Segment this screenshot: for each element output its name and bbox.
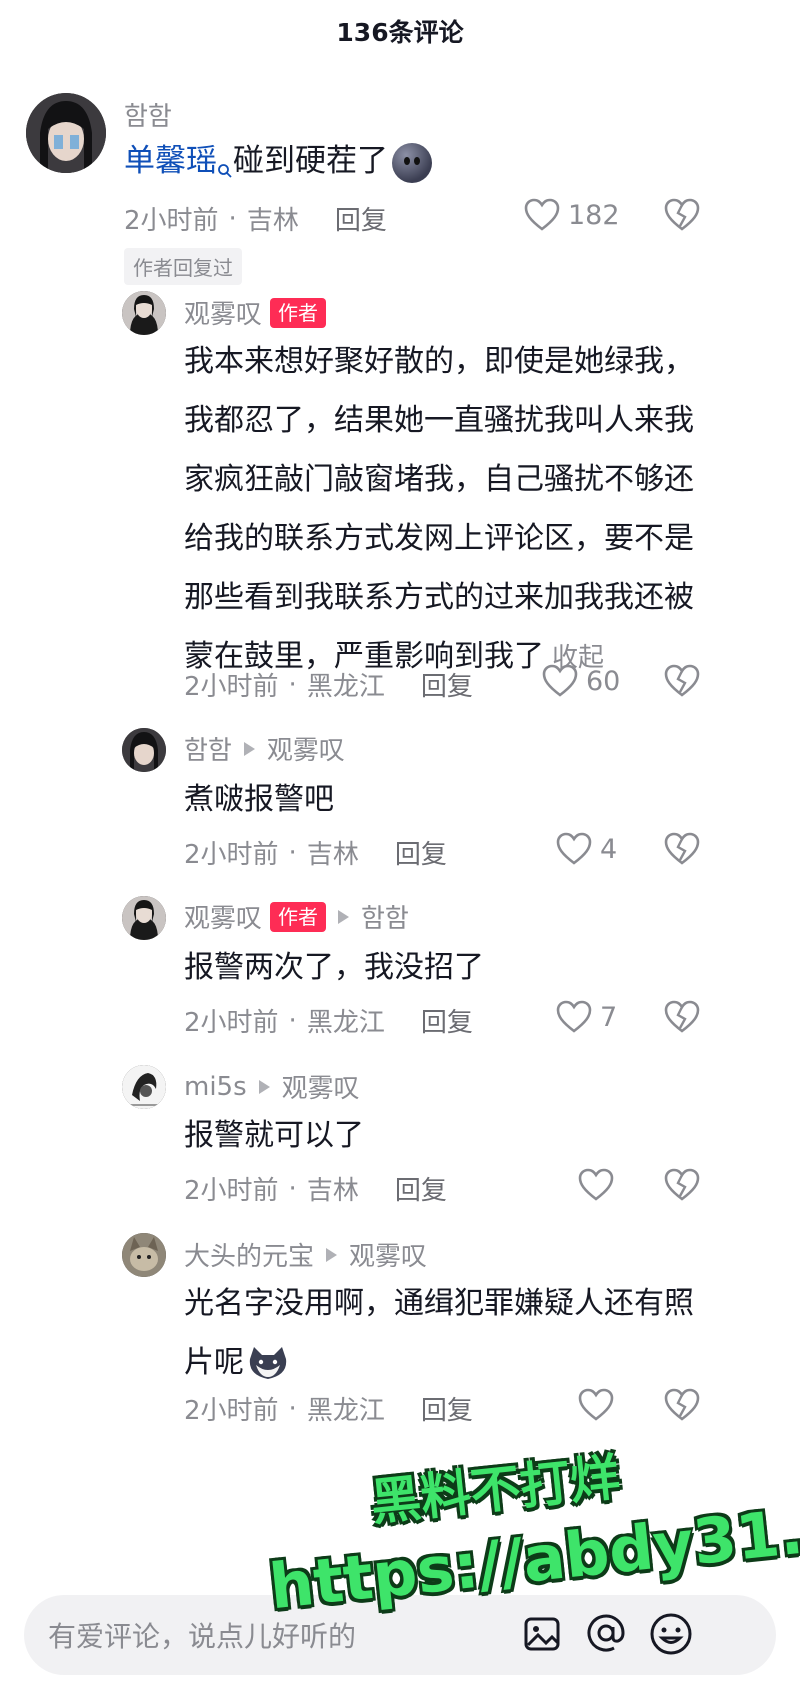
reply-text: 报警就可以了 xyxy=(184,1106,714,1165)
reply-button[interactable]: 回复 xyxy=(395,834,447,871)
timestamp: 2小时前 xyxy=(184,1396,279,1426)
location: 吉林 xyxy=(306,1176,359,1206)
like-count: 182 xyxy=(568,199,620,231)
timestamp: 2小时前 xyxy=(184,1008,279,1038)
avatar[interactable] xyxy=(122,291,166,335)
reply-text: 光名字没用啊，通缉犯罪嫌疑人还有照片呢 xyxy=(184,1274,714,1392)
reply-meta: 2小时前 · 黑龙江 回复 xyxy=(184,1002,473,1039)
reply-to-username[interactable]: 观雾叹 xyxy=(349,1236,427,1273)
reply-meta: 2小时前 · 吉林 回复 xyxy=(184,834,447,871)
reply-body: 我本来想好聚好散的，即使是她绿我，我都忍了，结果她一直骚扰我叫人来我家疯狂敲门敲… xyxy=(184,344,694,674)
avatar[interactable] xyxy=(122,1065,166,1109)
heart-icon xyxy=(556,832,592,865)
comment-username[interactable]: 함함 xyxy=(124,96,172,133)
heart-icon xyxy=(578,1388,614,1421)
like-button[interactable] xyxy=(578,1168,622,1202)
avatar[interactable] xyxy=(26,93,106,173)
reply-to-username[interactable]: 观雾叹 xyxy=(282,1068,360,1105)
location: 黑龙江 xyxy=(306,1396,385,1426)
location: 黑龙江 xyxy=(306,1008,385,1038)
location: 黑龙江 xyxy=(306,672,385,702)
broken-heart-icon xyxy=(664,1168,700,1201)
comments-header: 136条评论 xyxy=(0,0,800,62)
comment-body: 碰到硬茬了 xyxy=(233,143,388,179)
dislike-button[interactable] xyxy=(664,1168,700,1206)
like-button[interactable]: 60 xyxy=(542,664,620,698)
cat-emoji-icon xyxy=(249,1346,287,1379)
timestamp: 2小时前 xyxy=(124,206,219,236)
reply-body: 煮啵报警吧 xyxy=(184,782,334,817)
reply-arrow-icon xyxy=(243,741,255,756)
reply-username[interactable]: 观雾叹 作者 함함 xyxy=(184,898,409,935)
broken-heart-icon xyxy=(664,1388,700,1421)
heart-icon xyxy=(556,1000,592,1033)
reply-username[interactable]: 观雾叹 作者 xyxy=(184,294,327,331)
broken-heart-icon xyxy=(664,198,700,231)
like-count: 4 xyxy=(600,833,618,865)
broken-heart-icon xyxy=(664,664,700,697)
heart-icon xyxy=(542,664,578,697)
avatar[interactable] xyxy=(122,728,166,772)
author-tag: 作者 xyxy=(270,901,327,932)
heart-icon xyxy=(524,198,560,231)
like-button[interactable] xyxy=(578,1388,622,1422)
reply-meta: 2小时前 · 黑龙江 回复 xyxy=(184,666,473,703)
at-icon[interactable] xyxy=(584,1611,628,1659)
heart-icon xyxy=(578,1168,614,1201)
reply-to-username[interactable]: 함함 xyxy=(361,898,409,935)
reply-body: 报警就可以了 xyxy=(184,1118,364,1153)
dislike-button[interactable] xyxy=(664,832,700,870)
reply-username[interactable]: 함함 观雾叹 xyxy=(184,730,345,767)
like-button[interactable]: 182 xyxy=(524,198,620,232)
avatar[interactable] xyxy=(122,896,166,940)
reply-button[interactable]: 回复 xyxy=(395,1170,447,1207)
mention-link[interactable]: 单馨瑶 xyxy=(124,143,217,179)
dislike-button[interactable] xyxy=(664,664,700,702)
comment-meta: 2小时前 · 吉林 回复 xyxy=(124,200,387,237)
emoji-icon xyxy=(392,142,432,183)
like-button[interactable]: 7 xyxy=(556,1000,617,1034)
author-replied-badge: 作者回复过 xyxy=(124,248,242,285)
reply-arrow-icon xyxy=(326,1247,338,1262)
comment-text: 单馨瑶 碰到硬茬了 xyxy=(124,132,432,199)
reply-text: 煮啵报警吧 xyxy=(184,770,714,829)
comment-input[interactable]: 有爱评论，说点儿好听的 xyxy=(48,1615,356,1655)
avatar[interactable] xyxy=(122,1233,166,1277)
comment-count-title: 136条评论 xyxy=(336,18,464,47)
like-button[interactable]: 4 xyxy=(556,832,617,866)
timestamp: 2小时前 xyxy=(184,672,279,702)
broken-heart-icon xyxy=(664,1000,700,1033)
reply-to-username[interactable]: 观雾叹 xyxy=(267,730,345,767)
reply-button[interactable]: 回复 xyxy=(421,1390,473,1427)
reply-button[interactable]: 回复 xyxy=(421,1002,473,1039)
dislike-button[interactable] xyxy=(664,1388,700,1426)
dislike-button[interactable] xyxy=(664,198,700,236)
like-count: 7 xyxy=(600,1001,618,1033)
emoji-icon[interactable] xyxy=(648,1611,694,1661)
reply-meta: 2小时前 · 黑龙江 回复 xyxy=(184,1390,473,1427)
search-icon[interactable] xyxy=(217,140,233,199)
reply-arrow-icon xyxy=(258,1079,270,1094)
reply-button[interactable]: 回复 xyxy=(421,666,473,703)
reply-username[interactable]: mi5s 观雾叹 xyxy=(184,1068,360,1105)
reply-button[interactable]: 回复 xyxy=(335,200,387,237)
dislike-button[interactable] xyxy=(664,1000,700,1038)
image-icon[interactable] xyxy=(522,1611,562,1659)
author-tag: 作者 xyxy=(270,297,327,328)
broken-heart-icon xyxy=(664,832,700,865)
reply-meta: 2小时前 · 吉林 回复 xyxy=(184,1170,447,1207)
reply-text: 报警两次了，我没招了 xyxy=(184,938,714,997)
reply-text: 我本来想好聚好散的，即使是她绿我，我都忍了，结果她一直骚扰我叫人来我家疯狂敲门敲… xyxy=(184,332,714,688)
location: 吉林 xyxy=(246,206,299,236)
like-count: 60 xyxy=(586,665,621,697)
timestamp: 2小时前 xyxy=(184,1176,279,1206)
timestamp: 2小时前 xyxy=(184,840,279,870)
reply-arrow-icon xyxy=(338,909,350,924)
reply-username[interactable]: 大头的元宝 观雾叹 xyxy=(184,1236,427,1273)
location: 吉林 xyxy=(306,840,359,870)
reply-body: 报警两次了，我没招了 xyxy=(184,950,484,985)
